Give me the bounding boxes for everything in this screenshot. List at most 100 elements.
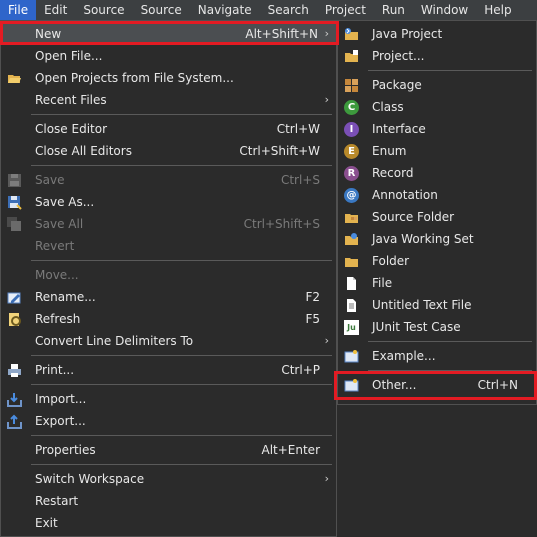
menu-item-properties[interactable]: Properties Alt+Enter [1,439,336,461]
junit-letter: Ju [344,320,359,335]
record-icon: R [344,166,359,181]
menu-item-shortcut: Ctrl+Shift+S [243,217,320,231]
menu-item-label: Move... [35,268,79,282]
menu-item-exit[interactable]: Exit [1,512,336,534]
menu-item-label: Switch Workspace [35,472,145,486]
submenu-item-project[interactable]: Project... [338,45,536,67]
menu-separator [31,165,332,166]
menubar-source-2[interactable]: Source [133,0,190,20]
menubar-project[interactable]: Project [317,0,374,20]
menu-item-shortcut: Ctrl+W [276,122,320,136]
menu-item-label: Class [372,100,404,114]
source-folder-icon [344,210,359,225]
menu-item-convert-line-delimiters[interactable]: Convert Line Delimiters To › [1,330,336,352]
menu-item-move[interactable]: Move... [1,264,336,286]
menu-item-revert[interactable]: Revert [1,235,336,257]
menu-separator [31,435,332,436]
menu-item-recent-files[interactable]: Recent Files › [1,89,336,111]
submenu-item-record[interactable]: R Record [338,162,536,184]
menu-item-refresh[interactable]: Refresh F5 [1,308,336,330]
submenu-item-untitled-text-file[interactable]: Untitled Text File [338,294,536,316]
menubar-help[interactable]: Help [476,0,519,20]
submenu-item-class[interactable]: C Class [338,96,536,118]
refresh-icon [7,312,22,327]
menu-item-label: Source Folder [372,210,455,224]
menu-item-label: Export... [35,414,86,428]
submenu-item-junit-test-case[interactable]: Ju JUnit Test Case [338,316,536,338]
submenu-item-annotation[interactable]: @ Annotation [338,184,536,206]
menu-item-open-projects[interactable]: Open Projects from File System... [1,67,336,89]
annotation-letter: @ [344,188,359,203]
import-icon [7,392,22,407]
interface-letter: I [344,122,359,137]
java-project-icon [344,27,359,42]
menu-item-save[interactable]: Save Ctrl+S [1,169,336,191]
menubar-window[interactable]: Window [413,0,476,20]
menu-item-label: Open File... [35,49,103,63]
menu-item-close-editor[interactable]: Close Editor Ctrl+W [1,118,336,140]
menu-item-label: Convert Line Delimiters To [35,334,194,348]
menubar-search[interactable]: Search [260,0,317,20]
submenu-item-enum[interactable]: E Enum [338,140,536,162]
save-all-icon [7,217,22,232]
submenu-item-example[interactable]: Example... [338,345,536,367]
submenu-item-source-folder[interactable]: Source Folder [338,206,536,228]
menu-item-label: Import... [35,392,87,406]
menu-item-label: Restart [35,494,79,508]
menu-separator [368,70,532,71]
record-letter: R [344,166,359,181]
menu-item-save-all[interactable]: Save All Ctrl+Shift+S [1,213,336,235]
menu-item-export[interactable]: Export... [1,410,336,432]
submenu-item-package[interactable]: Package [338,74,536,96]
menu-item-label: Exit [35,516,58,530]
menubar-source[interactable]: Source [75,0,132,20]
menu-item-label: Save As... [35,195,95,209]
menu-item-import[interactable]: Import... [1,388,336,410]
menu-separator [31,260,332,261]
menu-item-label: Print... [35,363,75,377]
project-icon [344,49,359,64]
menu-item-shortcut: Alt+Shift+N [245,27,318,41]
menu-item-label: Java Working Set [372,232,474,246]
menu-separator [368,370,532,371]
submenu-item-folder[interactable]: Folder [338,250,536,272]
submenu-item-java-working-set[interactable]: Java Working Set [338,228,536,250]
menu-item-new[interactable]: New Alt+Shift+N › [1,23,336,45]
menu-item-label: JUnit Test Case [372,320,461,334]
menu-separator [31,384,332,385]
menu-item-save-as[interactable]: Save As... [1,191,336,213]
enum-letter: E [344,144,359,159]
menu-item-open-file[interactable]: Open File... [1,45,336,67]
menu-item-rename[interactable]: Rename... F2 [1,286,336,308]
example-icon [344,349,359,364]
menu-item-label: Package [372,78,422,92]
submenu-item-other[interactable]: Other... Ctrl+N [338,374,536,396]
menu-item-label: Record [372,166,414,180]
menubar-file[interactable]: File [0,0,37,20]
menubar-navigate[interactable]: Navigate [190,0,260,20]
menubar-run[interactable]: Run [374,0,413,20]
menu-item-label: Rename... [35,290,96,304]
menu-item-label: Java Project [372,27,443,41]
submenu-item-java-project[interactable]: Java Project [338,23,536,45]
menubar-edit[interactable]: Edit [36,0,75,20]
menu-separator [31,114,332,115]
submenu-item-file[interactable]: File [338,272,536,294]
other-wizard-icon [344,378,359,393]
menu-item-label: Untitled Text File [372,298,472,312]
menu-item-switch-workspace[interactable]: Switch Workspace › [1,468,336,490]
menu-item-print[interactable]: Print... Ctrl+P [1,359,336,381]
menu-item-close-all-editors[interactable]: Close All Editors Ctrl+Shift+W [1,140,336,162]
submenu-item-interface[interactable]: I Interface [338,118,536,140]
menu-item-label: New [35,27,62,41]
class-letter: C [344,100,359,115]
menu-item-restart[interactable]: Restart [1,490,336,512]
interface-icon: I [344,122,359,137]
new-submenu: Java Project Project... Package C Class … [337,20,537,405]
working-set-icon [344,232,359,247]
menu-item-label: Project... [372,49,425,63]
submenu-arrow-icon: › [324,472,329,485]
menu-item-label: Close Editor [35,122,108,136]
menu-item-label: Folder [372,254,410,268]
export-icon [7,414,22,429]
